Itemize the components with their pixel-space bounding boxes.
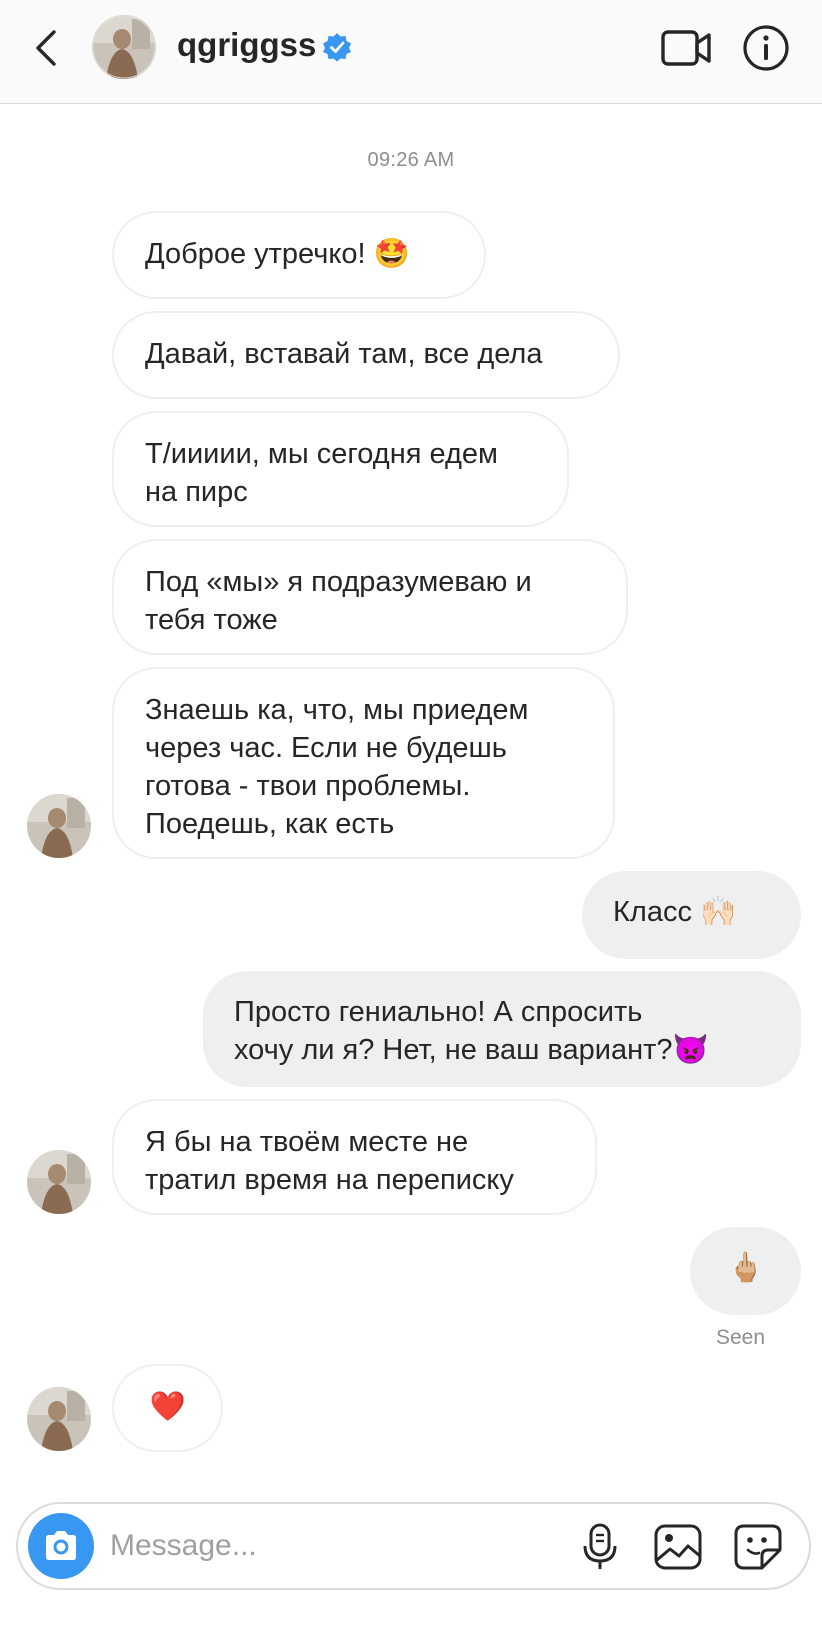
message-incoming[interactable]: Т/иииии, мы сегодня едем на пирс [112,411,569,527]
message-incoming[interactable]: Я бы на твоём месте не тратил время на п… [112,1099,597,1215]
sticker-button[interactable] [732,1522,784,1572]
camera-icon [46,1531,76,1560]
microphone-icon [583,1523,617,1569]
chevron-left-icon [36,30,56,66]
voice-message-button[interactable] [578,1522,622,1572]
sender-avatar[interactable] [27,1150,91,1214]
message-composer [16,1502,811,1590]
sender-avatar[interactable] [27,1387,91,1451]
info-icon [743,25,789,71]
message-incoming[interactable]: Знаешь ка, что, мы приедем через час. Ес… [112,667,615,859]
video-call-button[interactable] [660,26,712,70]
sticker-icon [734,1524,782,1570]
seen-indicator: Seen [716,1326,766,1349]
message-incoming[interactable]: Давай, вставай там, все дела [112,311,620,399]
message-input[interactable] [110,1522,540,1570]
message-outgoing[interactable]: 🖕🏼 [690,1227,801,1315]
message-incoming[interactable]: Под «мы» я подразумеваю и тебя тоже [112,539,628,655]
back-button[interactable] [26,26,66,70]
message-incoming[interactable]: ❤️ [112,1364,223,1452]
camera-button[interactable] [28,1513,94,1579]
message-incoming[interactable]: Доброе утречко! 🤩 [112,211,486,299]
gallery-button[interactable] [652,1522,704,1572]
sender-avatar[interactable] [27,794,91,858]
message-outgoing[interactable]: Класс 🙌🏻 [582,871,801,959]
verified-badge-icon [322,32,352,62]
video-camera-icon [661,30,711,66]
info-button[interactable] [742,24,790,72]
header-avatar[interactable] [92,15,156,79]
chat-username[interactable]: qgriggss [177,26,316,64]
chat-header: qgriggss [0,0,822,104]
image-icon [654,1524,702,1570]
message-outgoing[interactable]: Просто гениально! А спросить хочу ли я? … [203,971,801,1087]
message-timestamp: 09:26 AM [367,149,455,171]
